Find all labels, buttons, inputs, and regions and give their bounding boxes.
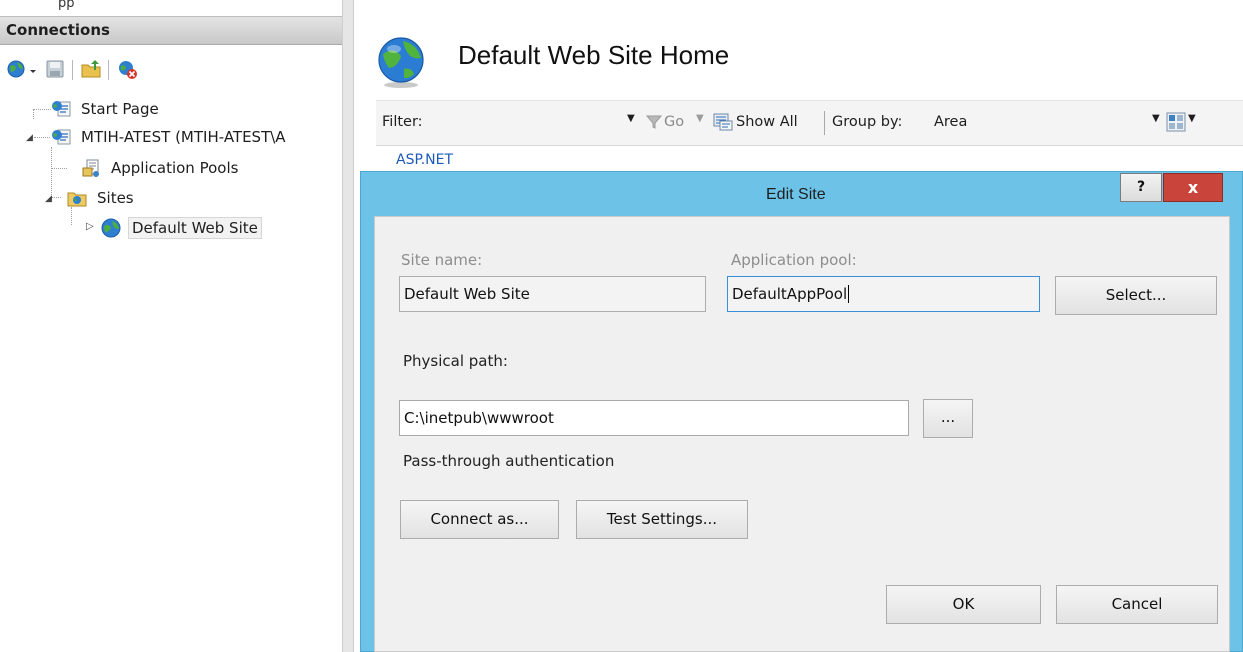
group-by-label: Group by: <box>832 114 903 130</box>
dialog-body: Site name: Default Web Site Application … <box>374 216 1230 652</box>
group-by-dropdown-icon[interactable]: ▼ <box>1152 113 1160 124</box>
edit-site-dialog: Edit Site ? x Site name: Default Web Sit… <box>360 171 1243 652</box>
filter-bar: Filter: ▼ Go ▼ Show All Group by: Area ▼… <box>376 100 1243 146</box>
text-caret <box>848 285 850 303</box>
connect-globe-icon[interactable] <box>6 58 28 80</box>
site-name-field[interactable]: Default Web Site <box>399 276 706 312</box>
collapse-arrow-icon[interactable]: ◢ <box>26 133 33 143</box>
site-name-label: Site name: <box>401 251 483 269</box>
disconnect-icon[interactable] <box>116 58 138 80</box>
group-by-select[interactable]: Area <box>934 114 967 130</box>
tree-item-sites[interactable]: Sites <box>66 184 137 212</box>
section-heading-asp-net[interactable]: ASP.NET <box>396 152 453 168</box>
browse-button[interactable]: ... <box>923 399 973 438</box>
pass-through-authentication-label: Pass-through authentication <box>403 452 615 470</box>
cancel-button[interactable]: Cancel <box>1056 585 1218 624</box>
show-all-button[interactable]: Show All <box>736 114 798 130</box>
tree-item-label: Start Page <box>81 100 159 118</box>
filter-dropdown-icon[interactable]: ▼ <box>627 113 635 124</box>
chevron-down-icon[interactable] <box>28 58 38 80</box>
application-pool-label: Application pool: <box>731 251 857 269</box>
toolbar-separator <box>108 60 109 80</box>
website-globe-icon <box>101 218 121 238</box>
toolbar-separator <box>72 60 73 80</box>
tree-item-label: Application Pools <box>111 159 239 177</box>
funnel-icon <box>646 115 662 129</box>
application-pool-value: DefaultAppPool <box>732 285 848 303</box>
physical-path-field[interactable]: C:\inetpub\wwwroot <box>399 400 909 436</box>
physical-path-label: Physical path: <box>403 352 508 370</box>
application-pool-field[interactable]: DefaultAppPool <box>727 276 1040 312</box>
dialog-titlebar[interactable]: Edit Site ? x <box>361 172 1242 216</box>
connections-toolbar <box>0 46 342 100</box>
toolbar-separator <box>824 111 825 135</box>
close-button[interactable]: x <box>1163 173 1223 202</box>
go-button[interactable]: Go <box>664 114 684 130</box>
start-page-icon <box>52 101 71 117</box>
tree-item-label: MTIH-ATEST (MTIH-ATEST\A <box>81 128 286 146</box>
tree-item-label: Default Web Site <box>128 217 262 239</box>
tree-item-start-page[interactable]: Start Page <box>50 95 162 123</box>
tree-item-default-web-site[interactable]: Default Web Site <box>100 214 262 242</box>
expand-arrow-icon[interactable]: ▷ <box>86 221 94 232</box>
server-icon <box>52 129 71 145</box>
connections-pane: pp Connections Start Page ◢ MTIH-ATEST (… <box>0 0 342 652</box>
dialog-title: Edit Site <box>766 186 826 203</box>
up-folder-icon[interactable] <box>80 58 102 80</box>
show-all-icon <box>713 113 733 131</box>
connections-header: Connections <box>0 16 342 45</box>
tree-item-label: Sites <box>97 189 134 207</box>
select-button[interactable]: Select... <box>1055 276 1217 315</box>
view-mode-icon[interactable] <box>1166 112 1186 132</box>
tree-item-server[interactable]: MTIH-ATEST (MTIH-ATEST\A <box>50 123 289 151</box>
filter-label: Filter: <box>382 114 423 130</box>
test-settings-button[interactable]: Test Settings... <box>576 500 748 539</box>
tree-item-application-pools[interactable]: Application Pools <box>80 154 241 182</box>
page-title: Default Web Site Home <box>458 40 730 70</box>
window-title-fragment: pp <box>0 0 342 14</box>
help-button[interactable]: ? <box>1120 173 1162 202</box>
pane-splitter[interactable] <box>342 0 354 652</box>
website-globe-icon <box>378 37 424 88</box>
go-dropdown-icon[interactable]: ▼ <box>696 113 704 124</box>
view-dropdown-icon[interactable]: ▼ <box>1188 113 1196 124</box>
sites-folder-icon <box>67 192 87 207</box>
application-pools-icon <box>82 159 99 177</box>
ok-button[interactable]: OK <box>886 585 1041 624</box>
window-title-text: pp <box>58 0 75 11</box>
connect-as-button[interactable]: Connect as... <box>400 500 559 539</box>
save-icon[interactable] <box>44 58 66 80</box>
collapse-arrow-icon[interactable]: ◢ <box>45 194 52 204</box>
